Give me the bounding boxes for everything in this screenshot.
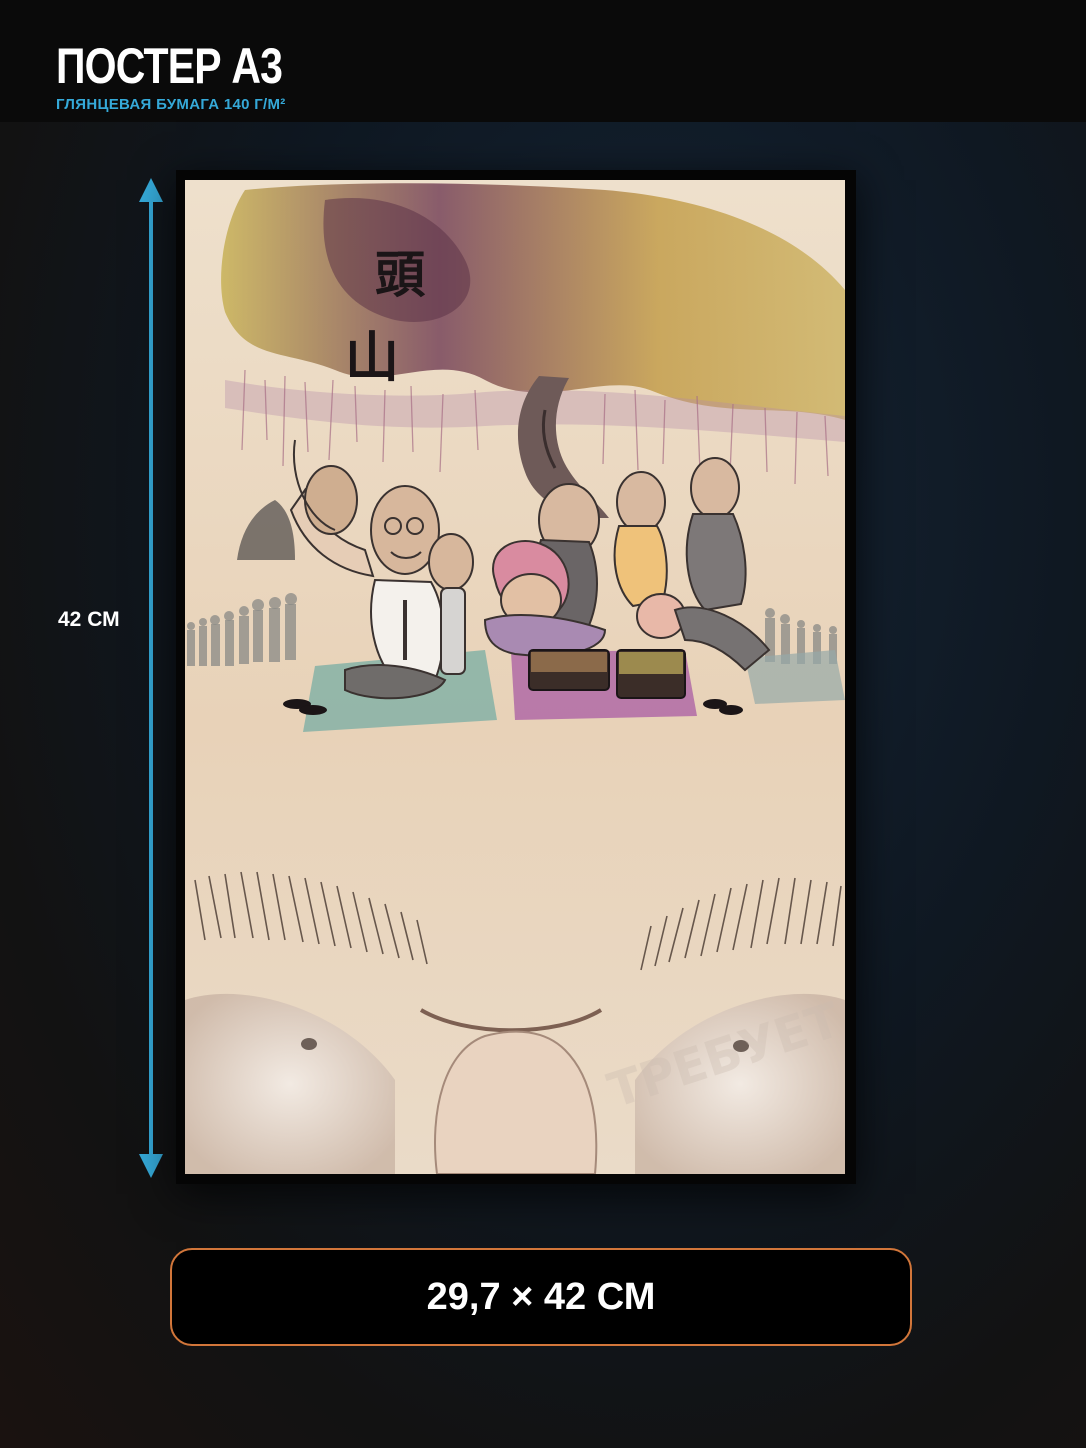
page-title: ПОСТЕР А3 [56, 38, 283, 94]
poster-frame: 頭 山 ТРЕБУЕТ... [176, 170, 856, 1184]
size-label: 29,7 × 42 СМ [426, 1275, 656, 1318]
size-badge: 29,7 × 42 СМ [170, 1248, 912, 1346]
page-subtitle: ГЛЯНЦЕВАЯ БУМАГА 140 Г/М² [56, 96, 286, 113]
height-dimension-arrow [139, 178, 163, 1178]
header-bar: ПОСТЕР А3 ГЛЯНЦЕВАЯ БУМАГА 140 Г/М² [0, 0, 1086, 122]
height-dimension-label: 42 СМ [58, 608, 120, 631]
poster-title-glyph-1: 頭 [375, 246, 426, 304]
poster-title-glyph-2: 山 [345, 326, 399, 389]
poster-artwork: 頭 山 ТРЕБУЕТ... [185, 180, 845, 1174]
